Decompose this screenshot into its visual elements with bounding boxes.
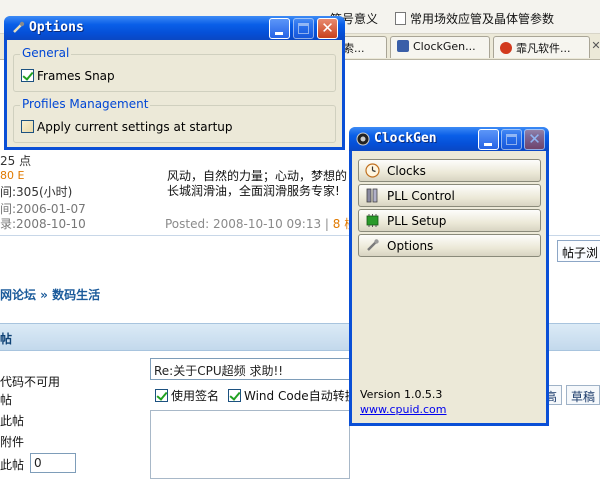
clockgen-title: ClockGen [374,131,437,146]
post-editor[interactable] [150,410,350,479]
options-window: Options ✕ General Frames Snap Profiles M… [4,16,345,150]
minimize-icon [484,143,492,146]
frames-snap-checkbox[interactable]: Frames Snap [21,69,115,83]
draft-button[interactable]: 草稿 [566,385,600,405]
post-meta: Posted: 2008-10-10 09:13 | 8 楼 [165,217,357,231]
sale-price-input[interactable]: 0 [30,453,76,473]
close-icon: ✕ [528,130,541,148]
close-button[interactable]: ✕ [524,129,545,150]
use-signature-checkbox[interactable]: 使用签名 [155,387,219,404]
cpuid-logo-icon [356,132,370,146]
user-stat-points: 25 点 [0,154,32,168]
wind-code-checkbox[interactable]: Wind Code自动转换 [228,387,357,404]
checkbox-icon [21,120,34,133]
paw-icon [397,40,409,52]
user-stat-money: 80 E [0,169,25,182]
pll-control-button[interactable]: PLL Control [358,184,541,207]
user-stat-online: 间:305(小时) [0,185,73,199]
site-icon [500,42,512,54]
wrench-icon [367,239,379,251]
general-group: General Frames Snap [13,46,336,92]
bookmark-transistor-params[interactable]: 常用场效应管及晶体管参数 [395,10,554,27]
maximize-button[interactable] [293,18,314,39]
maximize-button[interactable] [501,129,522,150]
form-label-thispost-2: 此帖 [0,458,25,472]
clock-icon [365,163,380,178]
version-label: Version 1.0.5.3 [360,388,443,401]
pll-setup-button[interactable]: PLL Setup [358,209,541,232]
options-title: Options [29,20,84,35]
website-link[interactable]: www.cpuid.com [360,403,447,416]
general-group-label: General [20,46,72,60]
clockgen-window: ClockGen ✕ Clocks PLL Control PLL Setup [349,127,549,426]
maximize-icon [506,134,517,145]
minimize-button[interactable] [478,129,499,150]
apply-startup-checkbox[interactable]: Apply current settings at startup [21,120,233,134]
form-label-post: 帖 [0,393,13,407]
breadcrumb[interactable]: 网论坛 » 数码生活 [0,286,100,303]
form-label-code: 代码不可用 [0,375,61,389]
clocks-button[interactable]: Clocks [358,159,541,182]
checkbox-icon [21,69,34,82]
options-button[interactable]: Options [358,234,541,257]
profiles-group-label: Profiles Management [20,97,151,111]
profiles-group: Profiles Management Apply current settin… [13,97,336,143]
checkbox-icon [228,389,241,402]
close-icon: ✕ [321,19,334,37]
tab-close-icon[interactable]: ✕ [590,40,600,52]
pll-control-icon [366,188,378,203]
browser-tab-clockgen[interactable]: ClockGen... [390,36,490,58]
minimize-button[interactable] [269,18,290,39]
minimize-icon [275,32,283,35]
wrench-icon [13,21,25,33]
options-titlebar[interactable]: Options ✕ [4,16,345,40]
document-icon [395,12,406,25]
close-button[interactable]: ✕ [317,18,338,39]
chip-icon [366,214,379,227]
checkbox-icon [155,389,168,402]
maximize-icon [298,23,309,34]
subject-input[interactable]: Re:关于CPU超频 求助!! [150,358,350,380]
browser-tab-feifan[interactable]: 霏凡软件... [493,36,590,58]
form-label-attachment: 附件 [0,435,25,449]
form-label-thispost: 此帖 [0,414,25,428]
user-stat-last-login: 录:2008-10-10 [0,217,86,231]
signature-line-2: 长城润滑油，全面润滑服务专家! [167,184,340,198]
view-post-button[interactable]: 帖子浏 [557,240,600,262]
clockgen-titlebar[interactable]: ClockGen ✕ [349,127,549,151]
